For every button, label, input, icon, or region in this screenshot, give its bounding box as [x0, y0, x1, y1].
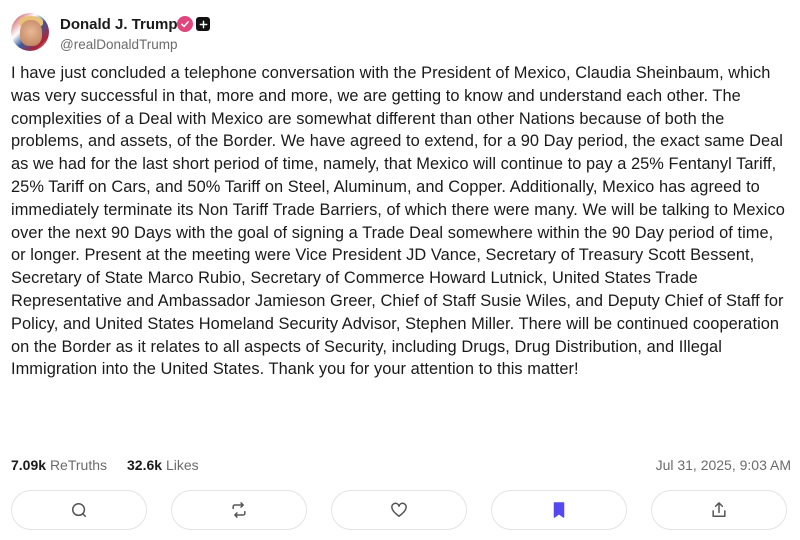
post-header: Donald J. Trump @realDonaldTrump	[11, 13, 791, 55]
post-text: I have just concluded a telephone conver…	[11, 64, 785, 379]
retruth-button[interactable]	[171, 490, 307, 530]
user-handle[interactable]: @realDonaldTrump	[60, 37, 178, 52]
likes-stat[interactable]: 32.6k Likes	[127, 457, 199, 473]
heart-icon	[391, 502, 407, 517]
likes-label: Likes	[165, 457, 199, 473]
bookmark-button[interactable]	[491, 490, 627, 530]
avatar[interactable]	[11, 13, 49, 51]
verified-icon	[177, 16, 193, 32]
avatar-face	[20, 20, 42, 46]
bookmark-icon	[553, 502, 565, 518]
share-button[interactable]	[651, 490, 787, 530]
retruths-label: ReTruths	[49, 457, 107, 473]
post-timestamp[interactable]: Jul 31, 2025, 9:03 AM	[656, 457, 791, 473]
likes-count: 32.6k	[127, 457, 163, 473]
comment-icon	[72, 503, 86, 517]
share-icon	[712, 502, 726, 517]
retruths-stat[interactable]: 7.09k ReTruths	[11, 457, 107, 473]
reply-button[interactable]	[11, 490, 147, 530]
action-bar	[11, 490, 789, 530]
plus-badge-icon	[196, 17, 210, 31]
like-button[interactable]	[331, 490, 467, 530]
retruths-count: 7.09k	[11, 457, 47, 473]
post-stats: 7.09k ReTruths 32.6k Likes Jul 31, 2025,…	[11, 457, 791, 475]
display-name[interactable]: Donald J. Trump	[60, 16, 178, 33]
retruth-icon	[232, 502, 246, 518]
